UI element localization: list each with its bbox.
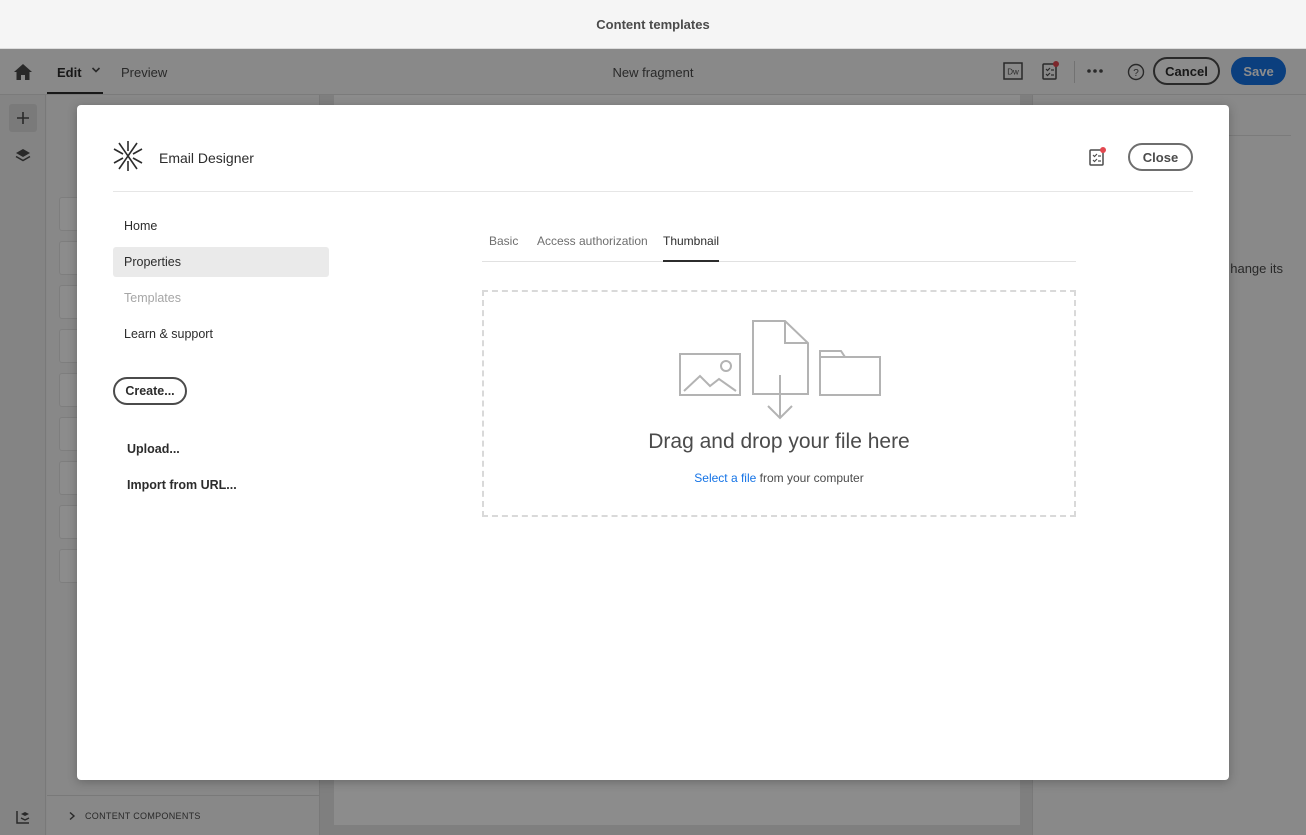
properties-tabs: Basic Access authorization Thumbnail — [482, 228, 1076, 262]
nav-item-templates: Templates — [124, 291, 181, 305]
tab-basic[interactable]: Basic — [489, 234, 518, 248]
thumbnail-dropzone[interactable]: Drag and drop your file here Select a fi… — [482, 290, 1076, 517]
email-designer-logo-icon — [113, 141, 143, 171]
select-file-link[interactable]: Select a file — [694, 471, 756, 485]
tab-access-authorization[interactable]: Access authorization — [537, 234, 648, 248]
checklist-icon[interactable] — [1087, 147, 1107, 167]
create-button[interactable]: Create... — [113, 377, 187, 405]
dropzone-subtitle: Select a file from your computer — [484, 471, 1074, 485]
close-button[interactable]: Close — [1128, 143, 1193, 171]
modal-header-divider — [113, 191, 1193, 192]
window-title: Content templates — [0, 0, 1306, 49]
nav-item-home[interactable]: Home — [113, 211, 329, 241]
tab-thumbnail[interactable]: Thumbnail — [663, 234, 719, 248]
modal-nav: Home Properties Templates Learn & suppor… — [113, 211, 329, 355]
import-from-url-link[interactable]: Import from URL... — [127, 478, 237, 492]
email-designer-modal: Email Designer Close Home Properties Tem… — [77, 105, 1229, 780]
dropzone-title: Drag and drop your file here — [648, 430, 910, 453]
upload-link[interactable]: Upload... — [127, 442, 180, 456]
upload-files-icon — [679, 320, 881, 420]
selected-tab-indicator — [663, 260, 719, 262]
nav-item-properties[interactable]: Properties — [113, 247, 329, 277]
nav-item-learn-support[interactable]: Learn & support — [113, 319, 329, 349]
select-file-suffix: from your computer — [756, 471, 864, 485]
modal-brand-name: Email Designer — [159, 150, 254, 166]
